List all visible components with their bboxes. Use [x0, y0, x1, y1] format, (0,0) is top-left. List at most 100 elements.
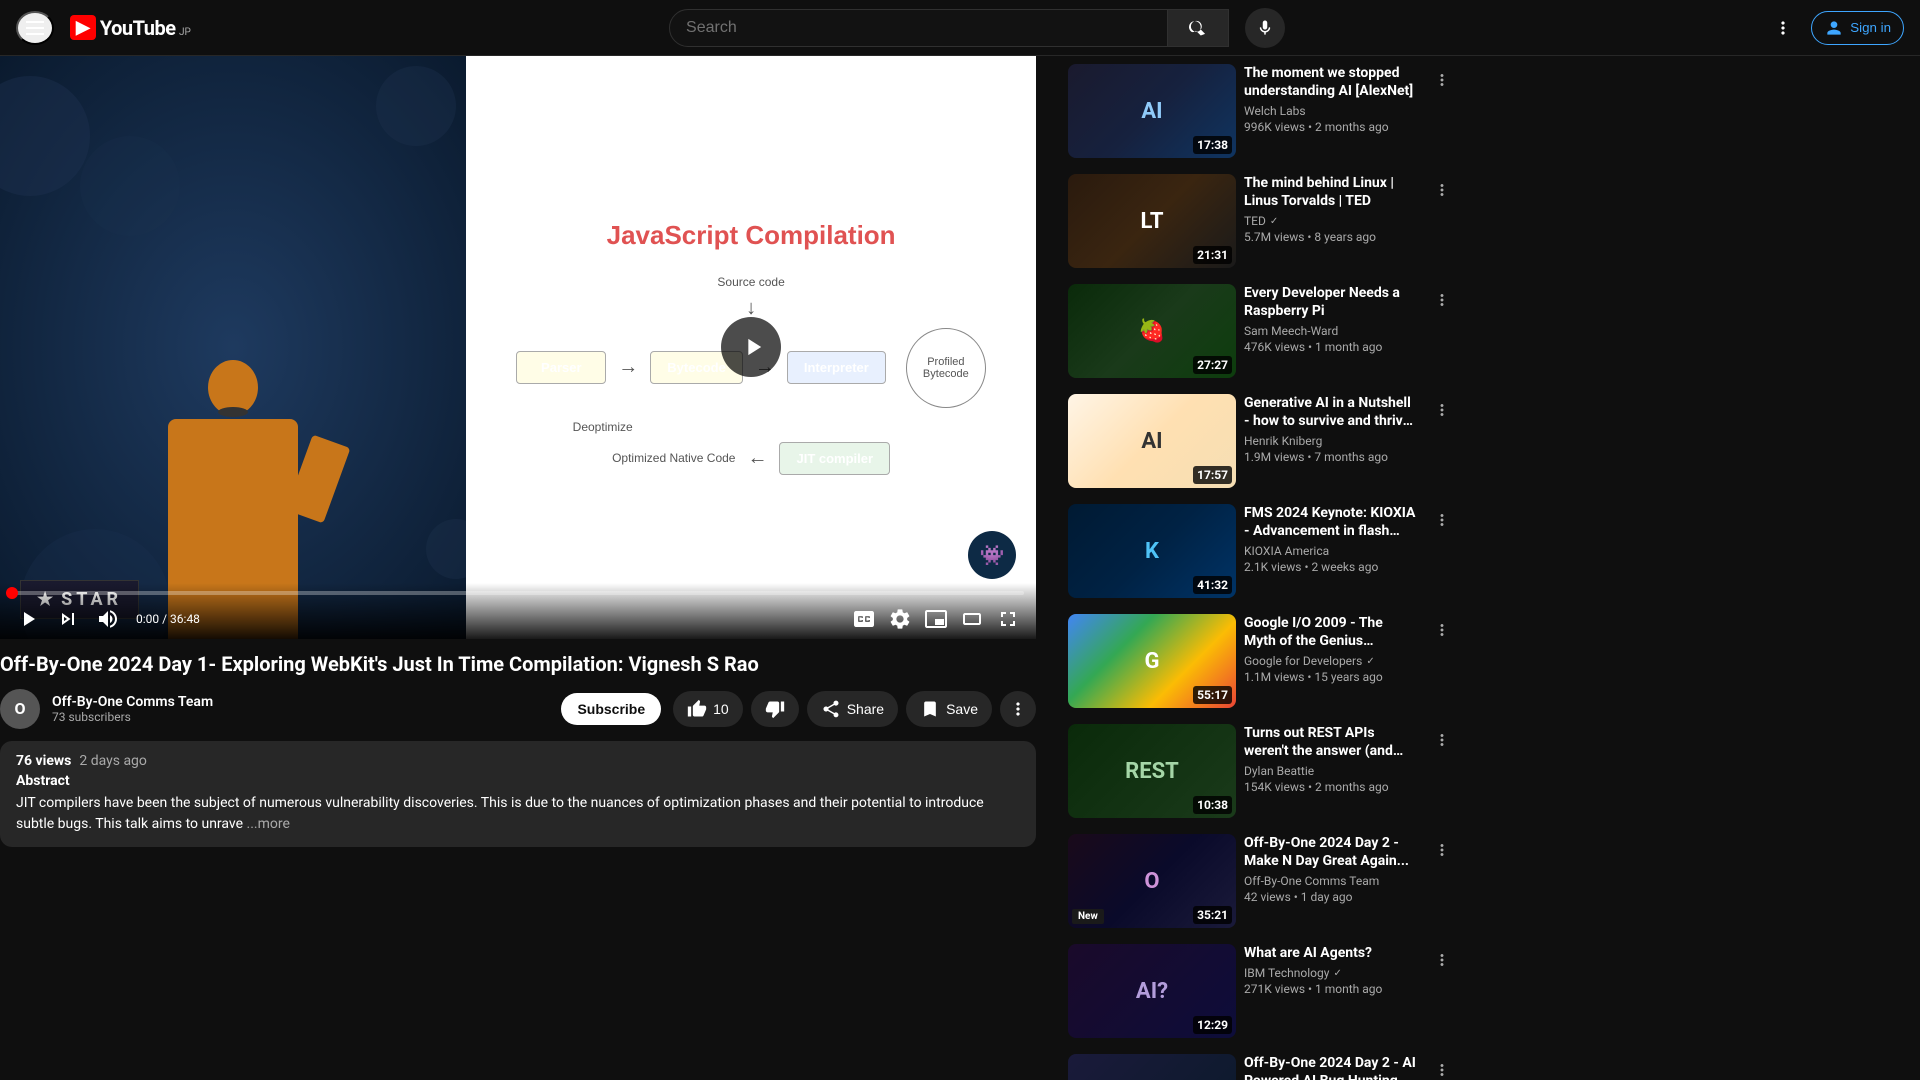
sidebar-menu-button-google-io[interactable] [1430, 618, 1454, 642]
sign-in-button[interactable]: Sign in [1811, 11, 1904, 45]
sidebar-menu-button-offbyone2[interactable] [1430, 838, 1454, 862]
optimized-code-label: Optimized Native Code [612, 451, 735, 465]
more-link[interactable]: ...more [247, 816, 290, 832]
sidebar-channel-linus: TED ✓ [1244, 214, 1418, 228]
video-controls: 0:00 / 36:48 [0, 583, 1036, 639]
sidebar-item-alexnet[interactable]: AI 17:38 The moment we stopped understan… [1068, 56, 1454, 166]
sidebar-info-kioxia: FMS 2024 Keynote: KIOXIA - Advancement i… [1244, 504, 1422, 598]
like-button[interactable]: 10 [673, 691, 743, 727]
thumbnail-ai-bug: O [1068, 1054, 1236, 1080]
save-button[interactable]: Save [906, 691, 992, 727]
voice-search-button[interactable] [1245, 8, 1285, 48]
next-button[interactable] [52, 603, 84, 635]
sidebar-channel-kioxia: KIOXIA America [1244, 544, 1418, 558]
sidebar-meta-generative: 1.9M views • 7 months ago [1244, 450, 1418, 464]
bottom-watermark: 👾 [968, 531, 1016, 579]
sidebar-info-raspi: Every Developer Needs a Raspberry Pi Sam… [1244, 284, 1422, 378]
verified-icon: ✓ [1270, 216, 1278, 227]
miniplayer-button[interactable] [920, 603, 952, 635]
fullscreen-button[interactable] [992, 603, 1024, 635]
progress-bar[interactable] [12, 591, 1024, 595]
sidebar-title-rest: Turns out REST APIs weren't the answer (… [1244, 724, 1418, 760]
video-area: 👾 FF-BY-ONE 2024 [0, 56, 1060, 1080]
youtube-logo[interactable]: ▶ YouTube JP [70, 15, 191, 40]
search-input[interactable] [670, 11, 1167, 45]
diag-arrow-4: ← [747, 447, 767, 470]
sidebar-item-linus[interactable]: LT 21:31 The mind behind Linux | Linus T… [1068, 166, 1454, 276]
sidebar-item-kioxia[interactable]: K 41:32 FMS 2024 Keynote: KIOXIA - Advan… [1068, 496, 1454, 606]
sidebar-title-google-io: Google I/O 2009 - The Myth of the Genius… [1244, 614, 1418, 650]
sidebar-menu-button-ai-bug[interactable] [1430, 1058, 1454, 1080]
thumb-duration: 17:57 [1193, 466, 1232, 484]
save-label: Save [946, 701, 978, 717]
sidebar-channel-raspi: Sam Meech-Ward [1244, 324, 1418, 338]
sidebar-title-ai-bug: Off-By-One 2024 Day 2 - AI Powered AI Bu… [1244, 1054, 1418, 1080]
view-count: 76 views [16, 753, 71, 769]
thumbnail-ai-agents: AI? 12:29 [1068, 944, 1236, 1038]
video-player[interactable]: 👾 FF-BY-ONE 2024 [0, 56, 1036, 639]
video-title: Off-By-One 2024 Day 1- Exploring WebKit'… [0, 651, 1036, 677]
description-text: JIT compilers have been the subject of n… [16, 793, 1020, 835]
sidebar-info-generative: Generative AI in a Nutshell - how to sur… [1244, 394, 1422, 488]
channel-info: Off-By-One Comms Team 73 subscribers [52, 694, 549, 724]
sidebar-menu-button-rest[interactable] [1430, 728, 1454, 752]
sidebar-menu-button-generative[interactable] [1430, 398, 1454, 422]
more-options-button[interactable] [1763, 8, 1803, 48]
progress-dot [6, 587, 18, 599]
sidebar-menu-button-linus[interactable] [1430, 178, 1454, 202]
thumbnail-raspi: 🍓 27:27 [1068, 284, 1236, 378]
share-label: Share [847, 701, 884, 717]
sidebar-menu-button-raspi[interactable] [1430, 288, 1454, 312]
sidebar-item-raspi[interactable]: 🍓 27:27 Every Developer Needs a Raspberr… [1068, 276, 1454, 386]
channel-subscribers: 73 subscribers [52, 710, 549, 724]
thumb-duration: 27:27 [1193, 356, 1232, 374]
dislike-button[interactable] [751, 691, 799, 727]
thumb-duration: 55:17 [1193, 686, 1232, 704]
sidebar-menu-button-kioxia[interactable] [1430, 508, 1454, 532]
settings-button[interactable] [884, 603, 916, 635]
source-code-label: Source code [717, 275, 784, 289]
hamburger-menu-button[interactable] [16, 11, 54, 45]
more-actions-button[interactable] [1000, 691, 1036, 727]
sidebar-item-google-io[interactable]: G 55:17 Google I/O 2009 - The Myth of th… [1068, 606, 1454, 716]
subscribe-button[interactable]: Subscribe [561, 693, 661, 725]
play-pause-button[interactable] [12, 603, 44, 635]
search-button[interactable] [1167, 10, 1228, 46]
sidebar-channel-offbyone2: Off-By-One Comms Team [1244, 874, 1418, 888]
play-button-overlay[interactable] [721, 317, 781, 377]
share-button[interactable]: Share [807, 691, 898, 727]
sidebar-menu-button-ai-agents[interactable] [1430, 948, 1454, 972]
sidebar-title-ai-agents: What are AI Agents? [1244, 944, 1418, 962]
thumbnail-kioxia: K 41:32 [1068, 504, 1236, 598]
sidebar-item-offbyone2[interactable]: O 35:21 New Off-By-One 2024 Day 2 - Make… [1068, 826, 1454, 936]
subtitles-button[interactable] [848, 603, 880, 635]
sidebar-meta-alexnet: 996K views • 2 months ago [1244, 120, 1418, 134]
sidebar-item-ai-bug[interactable]: O Off-By-One 2024 Day 2 - AI Powered AI … [1068, 1046, 1454, 1080]
volume-button[interactable] [92, 603, 124, 635]
sidebar-info-google-io: Google I/O 2009 - The Myth of the Genius… [1244, 614, 1422, 708]
like-count: 10 [713, 701, 729, 717]
thumbnail-rest: REST 10:38 [1068, 724, 1236, 818]
sidebar-info-alexnet: The moment we stopped understanding AI [… [1244, 64, 1422, 158]
diag-arrow-2: → [618, 356, 638, 379]
sidebar-item-generative[interactable]: AI 17:57 Generative AI in a Nutshell - h… [1068, 386, 1454, 496]
controls-right [848, 603, 1024, 635]
search-bar-container [669, 9, 1229, 47]
top-navigation: ▶ YouTube JP Sign in [0, 0, 1920, 56]
sidebar-channel-alexnet: Welch Labs [1244, 104, 1418, 118]
sidebar-item-rest[interactable]: REST 10:38 Turns out REST APIs weren't t… [1068, 716, 1454, 826]
time-display: 0:00 / 36:48 [136, 612, 200, 626]
slide-title: JavaScript Compilation [607, 220, 896, 251]
verified-icon: ✓ [1333, 968, 1341, 979]
upload-date: 2 days ago [79, 753, 147, 769]
sidebar-menu-button-alexnet[interactable] [1430, 68, 1454, 92]
sidebar-meta-kioxia: 2.1K views • 2 weeks ago [1244, 560, 1418, 574]
video-stats[interactable]: 76 views 2 days ago Abstract JIT compile… [0, 741, 1036, 847]
theater-button[interactable] [956, 603, 988, 635]
sidebar-info-ai-agents: What are AI Agents? IBM Technology ✓ 271… [1244, 944, 1422, 1038]
sidebar-item-ai-agents[interactable]: AI? 12:29 What are AI Agents? IBM Techno… [1068, 936, 1454, 1046]
presenter-area: ★ STAR [0, 56, 466, 639]
thumbnail-linus: LT 21:31 [1068, 174, 1236, 268]
sidebar: AI 17:38 The moment we stopped understan… [1060, 56, 1462, 1080]
sidebar-info-offbyone2: Off-By-One 2024 Day 2 - Make N Day Great… [1244, 834, 1422, 928]
